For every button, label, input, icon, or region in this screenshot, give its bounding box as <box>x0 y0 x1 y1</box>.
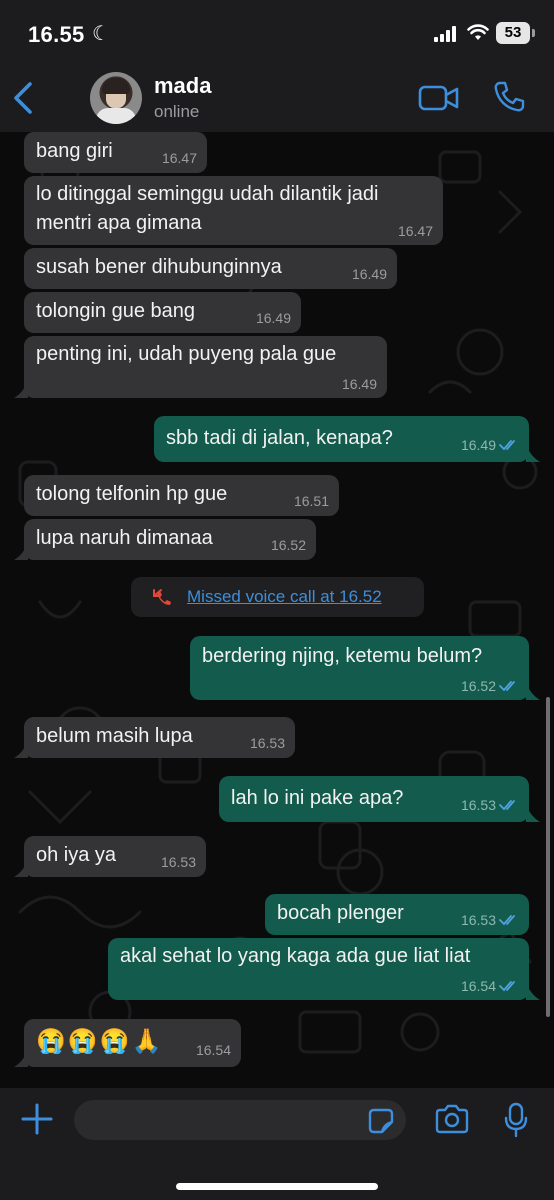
message-text: susah bener dihubunginnya <box>36 256 282 278</box>
contact-status: online <box>154 102 200 121</box>
message-incoming[interactable]: lupa naruh dimanaa 16.52 <box>24 519 316 560</box>
battery-indicator: 53 <box>496 22 530 44</box>
message-time: 16.54 <box>460 978 496 994</box>
bubble-tail <box>526 804 540 822</box>
back-chevron-icon[interactable] <box>8 78 38 118</box>
message-text: sbb tadi di jalan, kenapa? <box>166 427 393 449</box>
message-text: bang giri <box>36 140 113 162</box>
battery-tip <box>532 29 535 37</box>
phone-call-icon[interactable] <box>492 80 526 114</box>
message-text: belum masih lupa <box>36 725 193 747</box>
message-incoming[interactable]: 😭😭😭🙏 16.54 <box>24 1019 241 1067</box>
bubble-tail <box>14 859 28 877</box>
read-receipt-icon <box>499 681 515 692</box>
message-outgoing[interactable]: sbb tadi di jalan, kenapa? 16.49 <box>154 416 529 462</box>
message-meta: 16.52 <box>461 678 519 694</box>
cellular-signal-icon <box>434 26 456 42</box>
bubble-tail <box>14 542 28 560</box>
read-receipt-icon <box>499 800 515 811</box>
message-text: 😭😭😭🙏 <box>36 1028 164 1055</box>
message-time: 16.49 <box>341 376 377 392</box>
microphone-icon[interactable] <box>504 1102 528 1138</box>
message-text: penting ini, udah puyeng pala gue <box>36 343 337 365</box>
bubble-tail <box>526 444 540 462</box>
contact-name[interactable]: mada <box>154 73 211 99</box>
status-bar: 16.55 ☾ 53 <box>0 0 554 64</box>
message-meta: 16.49 <box>461 437 519 453</box>
wifi-icon <box>467 24 489 40</box>
missed-call-label[interactable]: Missed voice call at 16.52 <box>187 587 382 607</box>
message-time: 16.47 <box>161 150 197 166</box>
message-incoming[interactable]: penting ini, udah puyeng pala gue 16.49 <box>24 336 387 398</box>
home-indicator[interactable] <box>176 1183 378 1190</box>
message-meta: 16.53 <box>461 912 519 928</box>
message-text: lah lo ini pake apa? <box>231 787 404 809</box>
message-incoming[interactable]: oh iya ya 16.53 <box>24 836 206 877</box>
read-receipt-icon <box>499 440 515 451</box>
message-outgoing[interactable]: akal sehat lo yang kaga ada gue liat lia… <box>108 938 529 1000</box>
message-text: tolong telfonin hp gue <box>36 483 228 505</box>
message-text: tolongin gue bang <box>36 300 196 322</box>
message-incoming[interactable]: susah bener dihubunginnya 16.49 <box>24 248 397 289</box>
scrollbar[interactable] <box>546 697 550 1017</box>
message-meta: 16.54 <box>461 978 519 994</box>
message-incoming[interactable]: belum masih lupa 16.53 <box>24 717 295 758</box>
message-time: 16.53 <box>160 854 196 870</box>
message-time: 16.52 <box>270 537 306 553</box>
chat-header: mada online <box>0 64 554 132</box>
sticker-icon[interactable] <box>368 1108 394 1134</box>
message-time: 16.49 <box>255 310 291 326</box>
bubble-tail <box>14 1049 28 1067</box>
message-time: 16.53 <box>460 797 496 813</box>
message-text: berdering njing, ketemu belum? <box>202 645 483 667</box>
message-text: oh iya ya <box>36 844 117 866</box>
message-time: 16.51 <box>293 493 329 509</box>
missed-call-icon <box>153 589 171 605</box>
message-outgoing[interactable]: berdering njing, ketemu belum? 16.52 <box>190 636 529 700</box>
message-text: lupa naruh dimanaa <box>36 527 213 549</box>
camera-icon[interactable] <box>434 1104 470 1134</box>
message-time: 16.53 <box>460 912 496 928</box>
message-time: 16.49 <box>460 437 496 453</box>
bubble-tail <box>526 982 540 1000</box>
message-list[interactable]: bang giri 16.47 lo ditinggal seminggu ud… <box>0 132 554 1088</box>
message-time: 16.47 <box>397 223 433 239</box>
status-time: 16.55 <box>28 22 85 47</box>
message-time: 16.54 <box>195 1042 231 1058</box>
contact-avatar[interactable] <box>90 72 142 124</box>
message-incoming[interactable]: tolong telfonin hp gue 16.51 <box>24 475 339 516</box>
read-receipt-icon <box>499 915 515 926</box>
plus-icon[interactable] <box>20 1102 54 1136</box>
message-text: bocah plenger <box>277 902 404 924</box>
message-outgoing[interactable]: bocah plenger 16.53 <box>265 894 529 935</box>
message-text: lo ditinggal seminggu udah dilantik jadi… <box>36 183 379 234</box>
bubble-tail <box>14 380 28 398</box>
message-incoming[interactable]: bang giri 16.47 <box>24 132 207 173</box>
message-input[interactable] <box>74 1100 406 1140</box>
moon-icon: ☾ <box>92 23 110 45</box>
video-call-icon[interactable] <box>418 84 460 112</box>
message-incoming[interactable]: lo ditinggal seminggu udah dilantik jadi… <box>24 176 443 245</box>
message-meta: 16.53 <box>461 797 519 813</box>
message-outgoing[interactable]: lah lo ini pake apa? 16.53 <box>219 776 529 822</box>
bubble-tail <box>14 740 28 758</box>
message-incoming[interactable]: tolongin gue bang 16.49 <box>24 292 301 333</box>
read-receipt-icon <box>499 981 515 992</box>
missed-call-notice[interactable]: Missed voice call at 16.52 <box>131 577 424 617</box>
message-time: 16.49 <box>351 266 387 282</box>
message-text: akal sehat lo yang kaga ada gue liat lia… <box>120 945 471 967</box>
bubble-tail <box>526 682 540 700</box>
message-time: 16.53 <box>249 735 285 751</box>
message-time: 16.52 <box>460 678 496 694</box>
